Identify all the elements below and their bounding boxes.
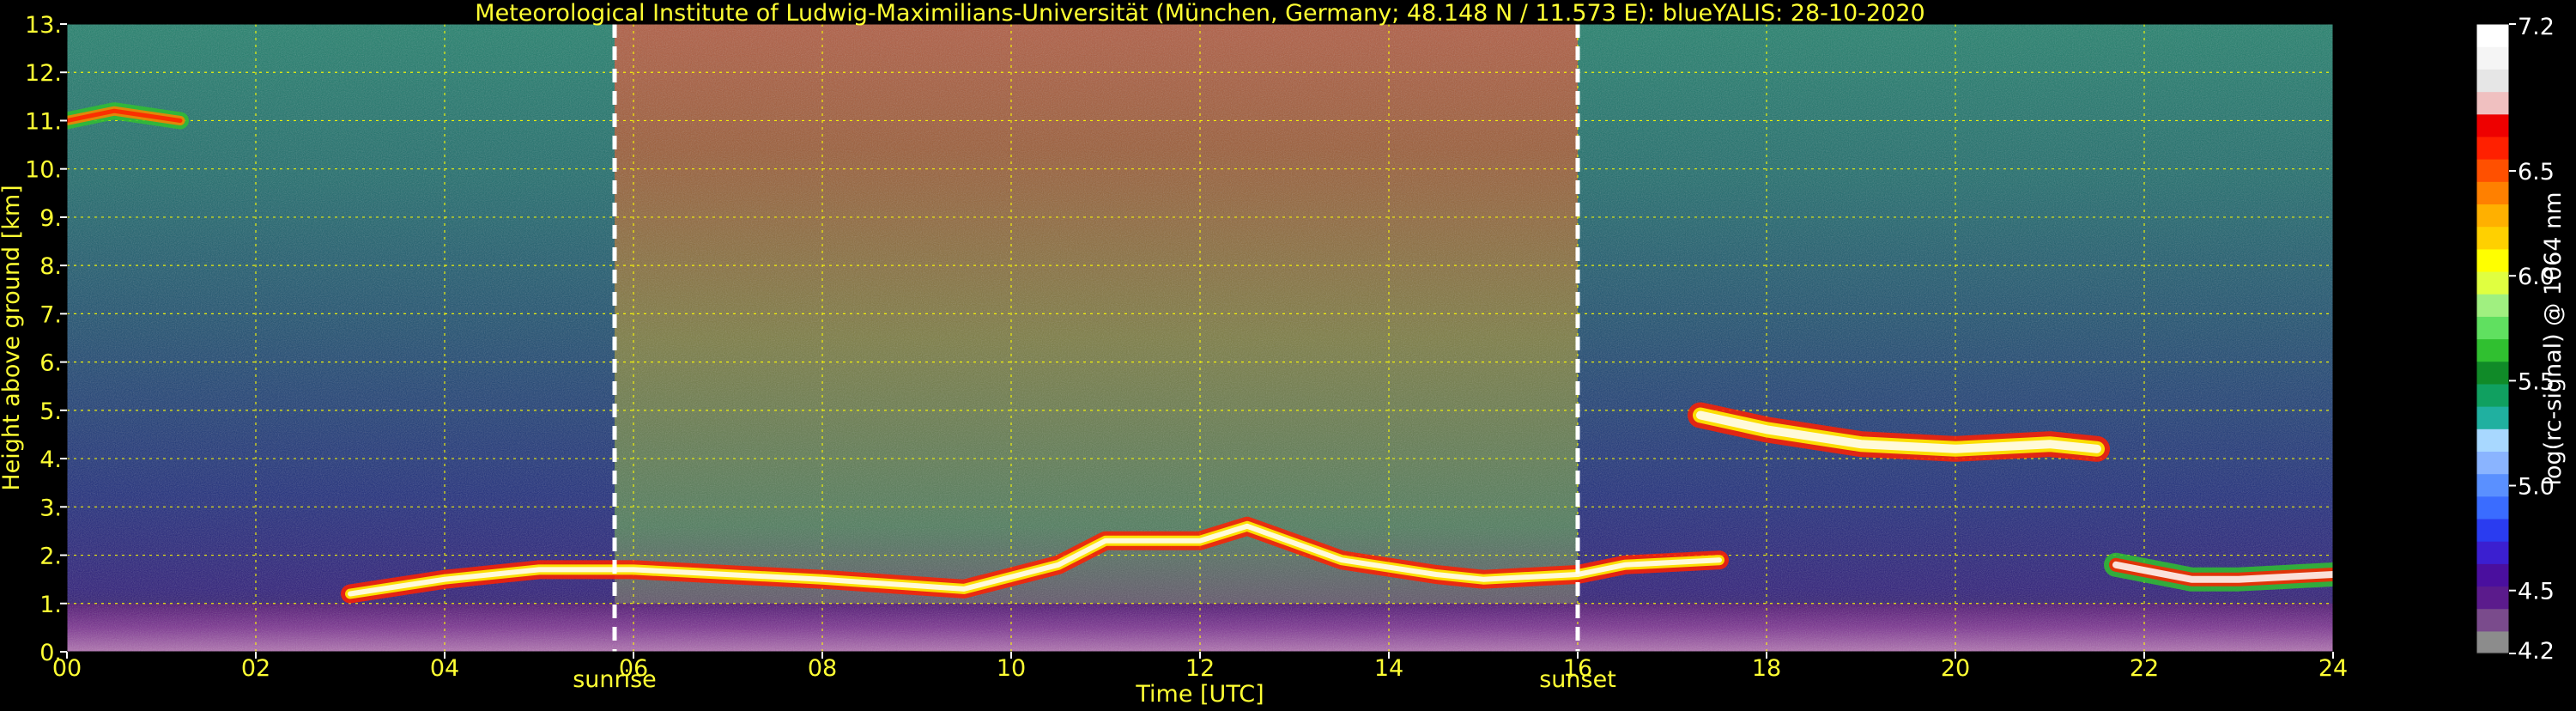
colorbar-swatch [2476, 563, 2509, 587]
colorbar-label: log(rc-signal) @ 1064 nm [2540, 191, 2567, 485]
y-axis-ticks: 0. 1. 2. 3. 4. 5. 6. 7. 8. 9. 10. 11. 12. 13. [25, 12, 67, 666]
y-tick-label: 11. [25, 108, 62, 135]
x-tick-label: 08 [808, 655, 837, 682]
y-tick-label: 13. [25, 12, 62, 39]
colorbar-swatch [2476, 136, 2509, 160]
y-tick-label: 9. [39, 205, 62, 232]
colorbar-swatch [2476, 451, 2509, 475]
x-axis-ticks: 00 02 04 06 08 10 12 14 16 18 20 22 24 [52, 652, 2348, 682]
colorbar-swatch [2476, 338, 2509, 362]
colorbar-swatch [2476, 46, 2509, 70]
x-tick-label: 20 [1941, 655, 1970, 682]
colorbar-swatch [2476, 69, 2509, 93]
x-tick-label: 18 [1752, 655, 1781, 682]
colorbar-swatch [2476, 24, 2509, 47]
x-axis-label: Time [UTC] [1135, 681, 1264, 708]
colorbar-swatch [2476, 608, 2509, 632]
y-tick-label: 4. [39, 447, 62, 473]
colorbar-swatch [2476, 270, 2509, 295]
annotation-label: sunrise [573, 666, 657, 693]
x-tick-label: 02 [241, 655, 270, 682]
lidar-time-height-chart: 00 02 04 06 08 10 12 14 16 18 20 22 24 0. 1. 2. 3. 4. 5. 6… [0, 0, 2576, 708]
colorbar-swatch [2476, 495, 2509, 520]
y-tick-label: 2. [39, 544, 62, 570]
x-tick-label: 04 [430, 655, 459, 682]
chart-title: Meteorological Institute of Ludwig-Maxim… [475, 0, 1924, 27]
colorbar-swatch [2476, 428, 2509, 452]
colorbar-tick-label: 4.2 [2518, 638, 2555, 665]
y-tick-label: 0. [39, 640, 62, 666]
colorbar-swatch [2476, 294, 2509, 317]
colorbar-swatch [2476, 159, 2509, 182]
y-tick-label: 3. [39, 495, 62, 521]
colorbar-swatch [2476, 630, 2509, 654]
y-axis-label: Height above ground [km] [0, 185, 25, 490]
y-tick-label: 8. [39, 253, 62, 280]
colorbar-tick-label: 4.5 [2518, 579, 2555, 605]
x-tick-label: 10 [997, 655, 1026, 682]
backscatter-field [67, 24, 2333, 652]
chart-svg: 00 02 04 06 08 10 12 14 16 18 20 22 24 0.1.2.3.4.5.6… [0, 0, 2567, 708]
colorbar-swatch [2476, 361, 2509, 385]
colorbar-swatch [2476, 316, 2509, 340]
x-tick-label: 24 [2318, 655, 2348, 682]
colorbar-swatch [2476, 473, 2509, 497]
colorbar-swatch [2476, 518, 2509, 542]
y-tick-label: 1. [39, 592, 62, 618]
colorbar-swatch [2476, 248, 2509, 272]
colorbar-swatch [2476, 226, 2509, 250]
y-tick-label: 7. [39, 301, 62, 328]
colorbar-swatch [2476, 383, 2509, 407]
colorbar-tick-label: 7.2 [2518, 14, 2555, 40]
y-tick-label: 12. [25, 60, 62, 87]
colorbar-swatch [2476, 541, 2509, 564]
colorbar-swatch [2476, 91, 2509, 115]
colorbar-swatch [2476, 113, 2509, 137]
colorbar-swatch [2476, 181, 2509, 205]
colorbar-swatch [2476, 204, 2509, 228]
y-tick-label: 6. [39, 350, 62, 377]
colorbar-swatch [2476, 406, 2509, 429]
y-tick-label: 10. [25, 157, 62, 184]
x-tick-label: 14 [1374, 655, 1403, 682]
annotation-label: sunset [1539, 666, 1616, 693]
annotations: sunrise sunset [573, 666, 1616, 693]
colorbar-swatch [2476, 586, 2509, 610]
colorbar-tick-label: 6.5 [2518, 159, 2555, 185]
signal-noise [67, 24, 2333, 652]
x-tick-label: 12 [1185, 655, 1215, 682]
x-tick-label: 22 [2130, 655, 2159, 682]
y-tick-label: 5. [39, 398, 62, 425]
